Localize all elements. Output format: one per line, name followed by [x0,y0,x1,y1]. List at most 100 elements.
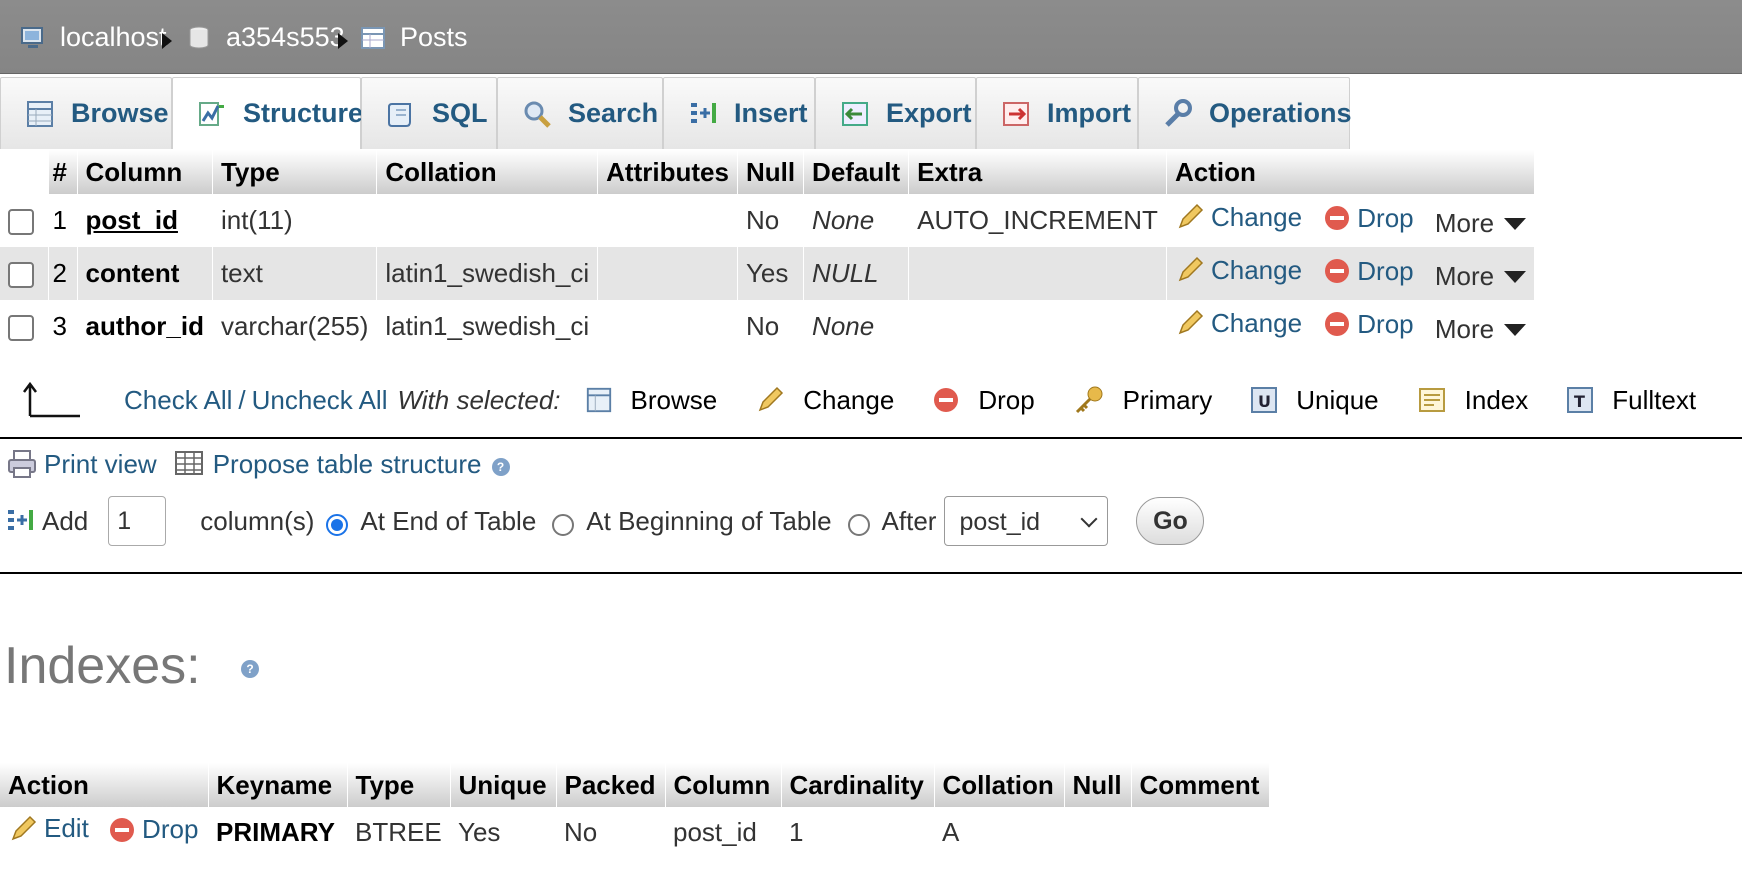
row-checkbox[interactable] [8,262,34,289]
index-column: post_id [673,816,757,847]
uncheck-all-link[interactable]: Uncheck All [252,385,388,416]
pencil-icon [1178,204,1204,229]
tab-sql[interactable]: SQL [361,77,497,149]
column-attributes [597,194,738,247]
propose-structure-link[interactable]: Propose table structure [173,448,482,480]
tab-search[interactable]: Search [497,77,663,149]
pencil-icon [1178,310,1204,335]
bulk-index-button[interactable]: Index [1417,385,1528,416]
idx-header-null: Null [1064,763,1132,807]
drop-button[interactable]: Drop [1323,309,1414,340]
more-dropdown[interactable]: More [1435,208,1527,239]
bulk-unique-button[interactable]: U Unique [1250,385,1379,416]
tab-structure[interactable]: Structure [172,77,363,149]
column-type: int(11) [212,194,378,247]
after-radio[interactable] [847,514,870,536]
help-icon[interactable]: ? [241,660,260,679]
row-checkbox[interactable] [8,315,34,342]
tab-bar: Browse Structure SQL Search Insert Expor… [0,75,1742,149]
row-actions: Change Drop More [1166,300,1536,353]
indexes-header-row: Action Keyname Type Unique Packed Column… [0,763,1270,807]
help-icon[interactable]: ? [491,458,510,476]
row-num: 2 [48,247,78,300]
database-icon [189,26,209,48]
bulk-fulltext-button[interactable]: T Fulltext [1566,385,1696,416]
idx-header-comment: Comment [1131,763,1270,807]
idx-header-packed: Packed [556,763,666,807]
drop-icon [1325,259,1350,284]
bulk-drop-button[interactable]: Drop [932,385,1035,416]
column-null: No [737,194,805,247]
at-end-radio[interactable] [326,514,349,536]
breadcrumb-table[interactable]: Posts [360,22,468,53]
search-icon [524,101,551,128]
change-button[interactable]: Change [1175,202,1302,233]
bulk-browse-button[interactable]: Browse [585,385,717,416]
index-type: BTREE [355,816,442,847]
more-dropdown[interactable]: More [1435,314,1527,345]
table-row: 2 content text latin1_swedish_ci Yes NUL… [0,247,1536,300]
structure-header-row: # Column Type Collation Attributes Null … [0,150,1536,194]
header-attributes: Attributes [597,150,738,194]
index-comment [1131,807,1269,857]
idx-header-unique: Unique [450,763,557,807]
column-type: varchar(255) [212,300,378,353]
svg-text:T: T [1574,392,1585,411]
column-count-input[interactable]: 1 [108,496,167,546]
index-cardinality: 1 [789,816,804,847]
chevron-down-icon [1080,510,1098,528]
operations-icon [1165,98,1192,127]
breadcrumb-separator-icon [338,33,348,49]
more-dropdown[interactable]: More [1435,261,1527,292]
structure-table: # Column Type Collation Attributes Null … [0,150,1536,353]
at-beginning-radio[interactable] [552,514,575,536]
drop-index-button[interactable]: Drop [108,814,198,845]
column-extra [908,300,1167,353]
column-attributes [597,300,738,353]
check-all-link[interactable]: Check All [124,385,232,416]
change-button[interactable]: Change [1175,255,1302,286]
after-column-select[interactable]: post_id [944,496,1109,546]
sql-icon [388,102,411,127]
tab-export[interactable]: Export [815,77,976,149]
server-icon [21,26,43,48]
column-name: author_id [77,300,213,353]
go-button[interactable]: Go [1136,497,1205,545]
add-label: Add [42,505,89,536]
pencil-icon [1178,257,1204,282]
print-view-link[interactable]: Print view [6,448,157,480]
table-icon [361,26,385,49]
drop-button[interactable]: Drop [1323,256,1414,287]
at-beginning-label[interactable]: At Beginning of Table [586,506,831,537]
header-collation: Collation [376,150,599,194]
insert-icon [691,102,716,123]
header-action: Action [1166,150,1536,194]
tab-operations[interactable]: Operations [1138,77,1352,149]
edit-index-button[interactable]: Edit [8,813,89,844]
pencil-icon [758,386,784,412]
dropdown-arrow-icon [1504,270,1527,283]
bulk-change-button[interactable]: Change [755,385,894,416]
bulk-primary-button[interactable]: Primary [1073,384,1212,416]
breadcrumb-database[interactable]: a354s553 [186,22,345,53]
after-label[interactable]: After [882,506,937,537]
tab-insert[interactable]: Insert [663,77,815,149]
header-type: Type [212,150,378,194]
propose-structure-icon [174,451,203,475]
row-actions: Change Drop More [1166,194,1536,247]
index-collation: A [942,816,960,847]
breadcrumb-server[interactable]: localhost [20,22,167,53]
indexes-table: Action Keyname Type Unique Packed Column… [0,763,1270,857]
index-icon [1418,388,1445,412]
tab-browse[interactable]: Browse [0,77,172,149]
tab-import[interactable]: Import [976,77,1138,149]
at-end-label[interactable]: At End of Table [360,506,536,537]
dropdown-arrow-icon [1504,323,1527,336]
idx-header-cardinality: Cardinality [781,763,935,807]
divider [0,572,1742,574]
change-button[interactable]: Change [1175,308,1302,339]
bulk-actions-bar: Check All / Uncheck All With selected: B… [0,370,1742,430]
table-row: Edit Drop PRIMARY BTREE Yes No post_id 1… [0,807,1269,857]
drop-button[interactable]: Drop [1323,203,1414,234]
row-checkbox[interactable] [8,209,34,236]
